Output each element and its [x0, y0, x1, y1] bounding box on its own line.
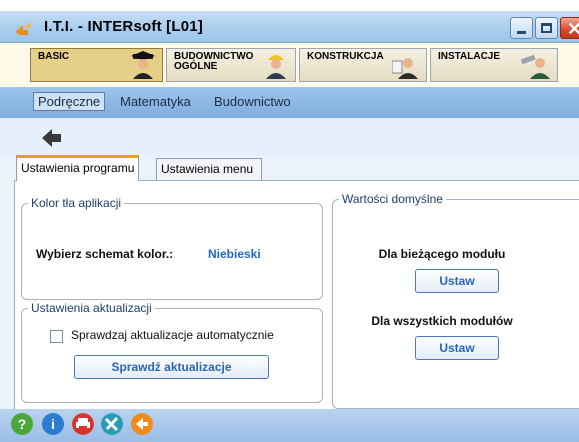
minimize-button[interactable] — [510, 17, 533, 39]
group-legend: Wartości domyślne — [339, 192, 446, 206]
auto-update-checkbox[interactable] — [50, 330, 63, 343]
group-legend: Ustawienia aktualizacji — [28, 301, 155, 315]
app-window: I.T.I. - INTERsoft [L01] ✕ BASIC BUDOWNI… — [0, 11, 579, 442]
color-scheme-value[interactable]: Niebieski — [208, 247, 261, 261]
exit-icon[interactable] — [131, 413, 153, 435]
group-legend: Kolor tła aplikacji — [28, 196, 125, 210]
nav-item-matematyka[interactable]: Matematyka — [120, 94, 191, 109]
all-modules-label: Dla wszystkich modułów — [371, 314, 513, 328]
auto-update-label: Sprawdzaj aktualizacje automatycznie — [71, 328, 274, 342]
module-bar: BASIC BUDOWNICTWO OGÓLNE KONSTRUKCJA INS… — [0, 43, 579, 87]
toolbar — [0, 118, 579, 156]
check-updates-button[interactable]: Sprawdź aktualizacje — [74, 355, 269, 379]
worker-helmet-icon — [266, 55, 286, 79]
module-label: BUDOWNICTWO OGÓLNE — [174, 51, 254, 72]
nav-item-podreczne[interactable]: Podręczne — [33, 92, 106, 111]
close-icon: ✕ — [567, 19, 579, 39]
module-tab-basic[interactable]: BASIC — [30, 48, 163, 82]
current-module-label: Dla bieżącego modułu — [378, 247, 506, 261]
title-bar: I.T.I. - INTERsoft [L01] ✕ — [0, 11, 579, 43]
window-title: I.T.I. - INTERsoft [L01] — [44, 18, 203, 35]
engineer-icon — [392, 58, 418, 79]
app-logo-icon — [15, 23, 32, 35]
back-arrow-icon[interactable] — [42, 129, 62, 147]
module-tab-konstrukcja[interactable]: KONSTRUKCJA — [299, 48, 427, 82]
category-nav: Podręczne Matematyka Budownictwo — [0, 87, 579, 118]
screen-top-strip — [0, 0, 579, 11]
tools-icon[interactable] — [101, 413, 123, 435]
tab-ustawienia-menu[interactable]: Ustawienia menu — [156, 158, 262, 180]
set-all-modules-button[interactable]: Ustaw — [415, 336, 499, 360]
info-icon[interactable]: i — [42, 413, 64, 435]
plumber-icon — [521, 54, 550, 79]
settings-panel: Kolor tła aplikacji Wybierz schemat kolo… — [14, 180, 579, 411]
bottom-toolbar: ? i — [0, 409, 579, 442]
defaults-group: Wartości domyślne Dla bieżącego modułu U… — [332, 192, 579, 409]
tab-ustawienia-programu[interactable]: Ustawienia programu — [16, 155, 140, 181]
close-button[interactable]: ✕ — [560, 17, 579, 39]
module-tab-instalacje[interactable]: INSTALACJE — [430, 48, 558, 82]
help-icon[interactable]: ? — [11, 413, 33, 435]
module-label: INSTALACJE — [438, 51, 501, 62]
nav-item-budownictwo[interactable]: Budownictwo — [214, 94, 291, 109]
module-label: KONSTRUKCJA — [307, 51, 384, 62]
print-icon[interactable] — [72, 413, 94, 435]
maximize-button[interactable] — [535, 17, 558, 39]
update-settings-group: Ustawienia aktualizacji Sprawdzaj aktual… — [21, 301, 323, 403]
graduate-icon — [131, 51, 155, 79]
module-label: BASIC — [38, 51, 70, 62]
color-scheme-label: Wybierz schemat kolor.: — [36, 247, 174, 261]
background-color-group: Kolor tła aplikacji Wybierz schemat kolo… — [21, 196, 323, 300]
module-tab-budownictwo[interactable]: BUDOWNICTWO OGÓLNE — [166, 48, 296, 82]
set-current-module-button[interactable]: Ustaw — [415, 269, 499, 293]
